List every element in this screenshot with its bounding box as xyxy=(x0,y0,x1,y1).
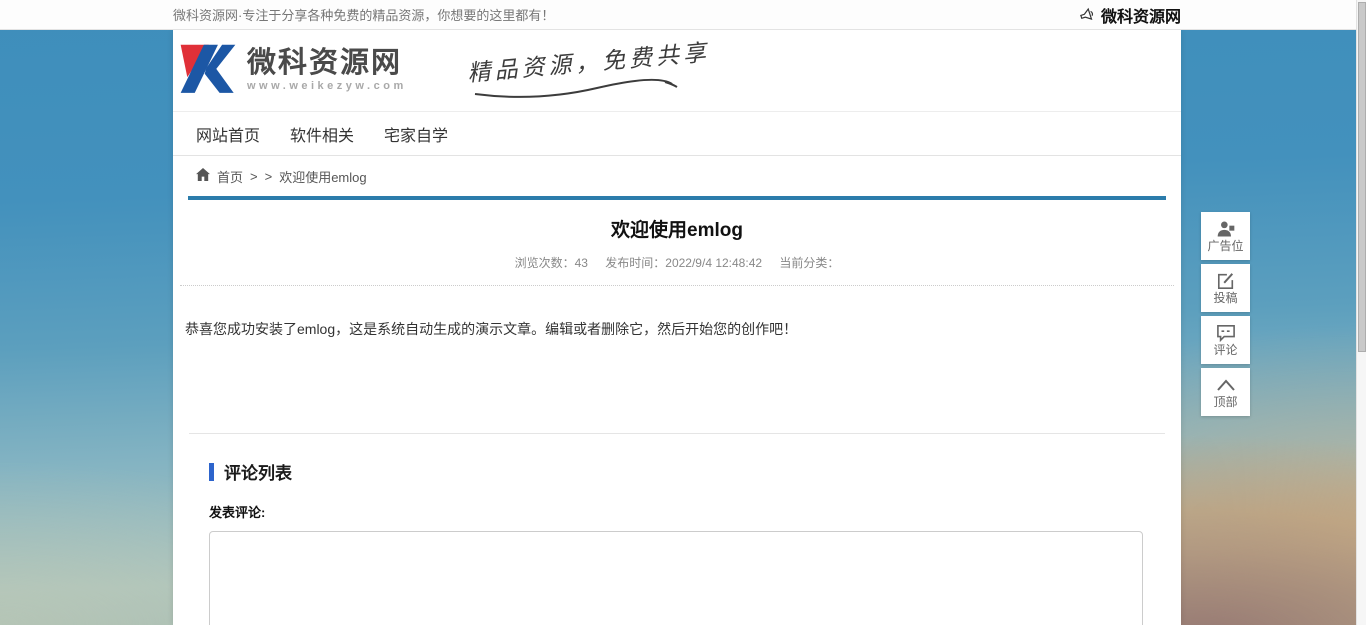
chevron-up-icon xyxy=(1216,376,1236,394)
comment-section-title: 评论列表 xyxy=(224,459,292,484)
site-logo[interactable]: 微科资源网 www.weikezyw.com xyxy=(179,39,407,102)
meta-divider xyxy=(180,285,1174,286)
article-publish-time: 发布时间：2022/9/4 12:48:42 xyxy=(605,256,762,270)
floating-widget-bar: 广告位 投稿 评论 顶部 xyxy=(1201,212,1250,420)
nav-item-software[interactable]: 软件相关 xyxy=(290,122,354,146)
scrollbar-track xyxy=(1356,0,1366,625)
breadcrumb-current-page: 欢迎使用emlog xyxy=(279,167,366,186)
site-url: www.weikezyw.com xyxy=(247,80,407,92)
nav-item-home[interactable]: 网站首页 xyxy=(196,122,260,146)
widget-label: 评论 xyxy=(1213,344,1237,356)
announcement-horn-icon xyxy=(1078,6,1096,24)
article-content-text: 恭喜您成功安装了emlog，这是系统自动生成的演示文章。编辑或者删除它，然后开始… xyxy=(173,319,1181,340)
article-category: 当前分类： xyxy=(779,256,839,270)
submit-edit-icon xyxy=(1217,272,1235,290)
widget-label: 投稿 xyxy=(1213,292,1237,304)
breadcrumb-separator: > xyxy=(265,169,273,184)
topbar: 微科资源网·专注于分享各种免费的精品资源，你想要的这里都有！ 微科资源网 xyxy=(0,0,1366,30)
comment-input[interactable] xyxy=(209,531,1143,625)
article-meta: 浏览次数：43 发布时间：2022/9/4 12:48:42 当前分类： xyxy=(173,254,1181,271)
article-bottom-divider xyxy=(189,433,1165,434)
main-nav: 网站首页 软件相关 宅家自学 xyxy=(173,112,1181,156)
ad-slot-user-icon xyxy=(1216,220,1236,238)
widget-back-to-top[interactable]: 顶部 xyxy=(1201,368,1250,416)
accent-rule xyxy=(188,196,1166,200)
comment-section-header: 评论列表 xyxy=(209,459,1145,484)
topbar-brand-text: 微科资源网 xyxy=(1101,3,1181,27)
scrollbar-thumb[interactable] xyxy=(1358,2,1366,352)
article-title: 欢迎使用emlog xyxy=(173,215,1181,242)
breadcrumb: 首页 > > 欢迎使用emlog xyxy=(173,156,1181,196)
main-content-column: 微科资源网 www.weikezyw.com 精品资源，免费共享 网站首页 软件… xyxy=(173,30,1181,625)
widget-label: 广告位 xyxy=(1207,240,1243,252)
breadcrumb-home-link[interactable]: 首页 xyxy=(217,167,243,186)
breadcrumb-separator: > xyxy=(250,169,258,184)
site-header: 微科资源网 www.weikezyw.com 精品资源，免费共享 xyxy=(173,30,1181,112)
comment-section: 评论列表 发表评论: xyxy=(173,459,1181,625)
site-name: 微科资源网 xyxy=(247,49,407,78)
widget-comments[interactable]: 评论 xyxy=(1201,316,1250,364)
widget-label: 顶部 xyxy=(1213,396,1237,408)
slogan-underline-swoosh xyxy=(467,70,687,100)
site-slogan: 精品资源，免费共享 xyxy=(467,40,697,102)
widget-submit-post[interactable]: 投稿 xyxy=(1201,264,1250,312)
widget-ad-slot[interactable]: 广告位 xyxy=(1201,212,1250,260)
home-icon xyxy=(196,168,210,184)
article-views: 浏览次数：43 xyxy=(515,256,588,270)
comment-form-label: 发表评论: xyxy=(209,502,1145,521)
topbar-brand-link[interactable]: 微科资源网 xyxy=(1078,3,1181,27)
comment-bubble-icon xyxy=(1216,324,1236,342)
section-accent-bar xyxy=(209,463,214,481)
k-logo-icon xyxy=(179,39,237,102)
article: 欢迎使用emlog 浏览次数：43 发布时间：2022/9/4 12:48:42… xyxy=(173,215,1181,434)
site-notice-text: 微科资源网·专注于分享各种免费的精品资源，你想要的这里都有！ xyxy=(173,5,554,24)
nav-item-selfstudy[interactable]: 宅家自学 xyxy=(384,122,448,146)
